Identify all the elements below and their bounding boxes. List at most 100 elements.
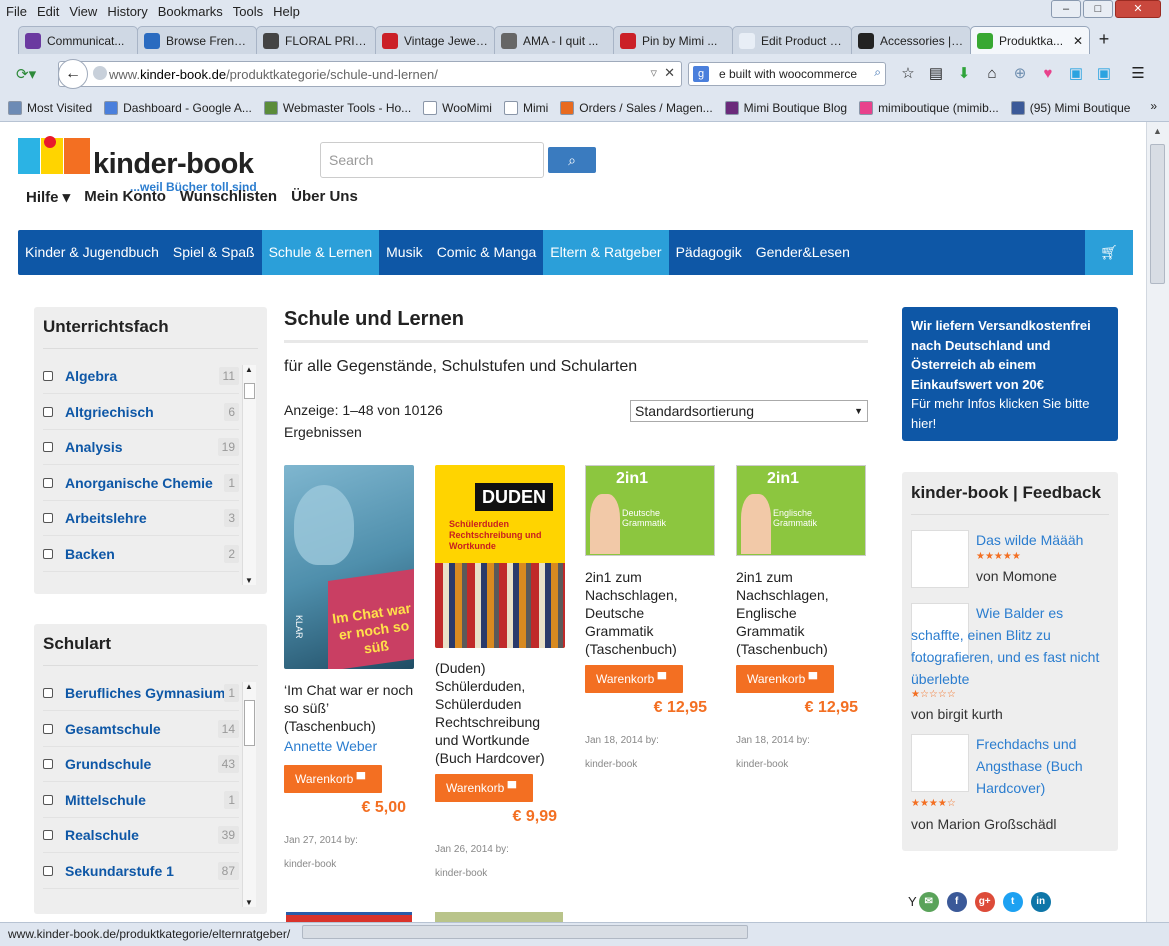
filter-checkbox[interactable] [43,477,53,488]
category-6[interactable]: Eltern & Ratgeber [543,230,669,275]
menu-hamburger-icon[interactable]: ☰ [1125,62,1151,86]
filter-row[interactable]: Anorganische Chemie 1 [43,466,239,501]
tab-8[interactable]: Accessories | ... [851,26,971,54]
tab-4[interactable]: Vintage Jewel... [375,26,495,54]
filter-label[interactable]: Grundschule [65,756,218,772]
email-share-icon[interactable]: ✉ [918,892,939,912]
browser-search-box[interactable]: g e built with woocommerce ⌕ [688,62,886,86]
reload-menu-icon[interactable]: ⟳▾ [16,65,46,85]
scroll-thumb[interactable] [244,700,255,746]
category-8[interactable]: Gender&Lesen [749,230,857,275]
filter-checkbox[interactable] [43,513,53,523]
product-image-peek[interactable] [286,912,412,922]
twitter-addon-icon[interactable]: ▣ [1091,62,1117,86]
filter-checkbox[interactable] [43,723,53,734]
menu-tools[interactable]: Tools [233,4,263,19]
filter-label[interactable]: Realschule [65,827,218,843]
category-2[interactable]: Spiel & Spaß [166,230,262,275]
filter-row[interactable]: Mittelschule 1 [43,783,239,818]
product-image[interactable]: Im Chat war er noch so süß KLAR [284,465,414,669]
bookmark-item[interactable]: WooMimi [423,101,492,115]
filter-row[interactable]: Sekundarstufe 1 87 [43,854,239,889]
feedback-title[interactable]: Das wilde Määäh [976,529,1111,551]
scroll-up-icon[interactable]: ▲ [245,365,253,374]
add-to-cart-button[interactable]: Warenkorb ▀ [736,665,834,693]
scroll-thumb[interactable] [244,383,255,399]
menu-history[interactable]: History [107,4,147,19]
filter-label[interactable]: Anorganische Chemie [65,475,224,491]
filter-row[interactable]: Backen 2 [43,537,239,572]
twitter-share-icon[interactable]: t [1002,892,1023,912]
feedback-title[interactable]: Frechdachs und Angsthase (Buch Hardcover… [976,733,1111,799]
tab-2[interactable]: Browse Frenc... [137,26,257,54]
feedback-title[interactable]: Wie Balder es schaffte, einen Blitz zu f… [911,602,1111,690]
nav-ueber-uns[interactable]: Über Uns [291,188,358,206]
product-image[interactable]: 2in1 Englische Grammatik [736,465,866,556]
menu-help[interactable]: Help [273,4,300,19]
new-tab-button[interactable]: + [1089,26,1119,54]
bookmark-item[interactable]: Dashboard - Google A... [104,101,252,115]
feedback-thumbnail[interactable] [911,530,969,588]
product-title[interactable]: ‘Im Chat war er noch so süß’ (Taschenbuc… [284,681,414,735]
tab-5[interactable]: AMA - I quit ... [494,26,614,54]
tab-7[interactable]: Edit Product ‹ Mi... [732,26,852,54]
close-window-button[interactable]: ✕ [1115,0,1161,18]
subject-scrollbar[interactable]: ▲ ▼ [242,365,256,585]
feedback-thumbnail[interactable] [911,734,969,792]
addon-blue-icon[interactable]: ▣ [1063,62,1089,86]
product-title[interactable]: (Duden) Schülerduden, Schülerduden Recht… [435,659,565,767]
dropdown-arrow-icon[interactable]: ▿ [650,65,657,81]
bookmark-item[interactable]: (95) Mimi Boutique [1010,101,1130,115]
add-to-cart-button[interactable]: Warenkorb ▀ [284,765,382,793]
filter-row[interactable]: Analysis 19 [43,430,239,465]
filter-row[interactable]: Arbeitslehre 3 [43,501,239,536]
linkedin-share-icon[interactable]: in [1030,892,1051,912]
filter-row[interactable]: Berufliches Gymnasium 1 [43,676,239,711]
bookmark-item[interactable]: mimiboutique (mimib... [859,101,999,115]
filter-label[interactable]: Sekundarstufe 1 [65,863,218,879]
filter-label[interactable]: Backen [65,546,224,562]
category-5[interactable]: Comic & Manga [430,230,544,275]
bookmark-item[interactable]: Webmaster Tools - Ho... [263,101,411,115]
page-vertical-scrollbar[interactable]: ▲ [1146,122,1169,922]
product-author[interactable]: Annette Weber [284,738,377,754]
school-scrollbar[interactable]: ▲ ▼ [242,682,256,907]
cart-button[interactable]: 🛒︎ [1085,230,1133,275]
site-search-input[interactable]: Search [320,142,544,178]
filter-row[interactable]: Grundschule 43 [43,747,239,782]
tab-1[interactable]: Communicat... [18,26,138,54]
filter-checkbox[interactable] [43,759,53,769]
addon-globe-icon[interactable]: ⊕ [1007,62,1033,86]
scroll-down-icon[interactable]: ▼ [245,576,253,585]
filter-checkbox[interactable] [43,794,53,805]
shipping-promo-box[interactable]: Wir liefern Versandkostenfrei nach Deuts… [902,307,1118,441]
home-icon[interactable]: ⌂ [979,62,1005,86]
filter-checkbox[interactable] [43,371,53,381]
scroll-up-icon[interactable]: ▲ [1153,126,1162,136]
reading-list-icon[interactable]: ▤ [923,62,949,86]
clear-url-icon[interactable]: ✕ [664,65,675,81]
menu-bookmarks[interactable]: Bookmarks [158,4,223,19]
filter-label[interactable]: Arbeitslehre [65,510,224,526]
product-title[interactable]: 2in1 zum Nachschlagen, Englische Grammat… [736,568,866,658]
bookmark-item[interactable]: Mimi [503,101,548,115]
close-tab-icon[interactable]: ✕ [1073,34,1083,48]
download-icon[interactable]: ⬇ [951,62,977,86]
tab-3[interactable]: FLORAL PRIN... [256,26,376,54]
filter-checkbox[interactable] [43,548,53,559]
add-to-cart-button[interactable]: Warenkorb ▀ [585,665,683,693]
google-plus-share-icon[interactable]: g+ [974,892,995,912]
bookmark-item[interactable]: Orders / Sales / Magen... [560,101,713,115]
tab-9[interactable]: Produktka... ✕ [970,26,1090,54]
nav-mein-konto[interactable]: Mein Konto [84,188,166,206]
scroll-thumb[interactable] [1150,144,1165,284]
filter-label[interactable]: Berufliches Gymnasium [65,685,224,701]
filter-checkbox[interactable] [43,865,53,876]
filter-label[interactable]: Algebra [65,368,219,384]
add-to-cart-button[interactable]: Warenkorb ▀ [435,774,533,802]
site-search-button[interactable]: ⌕ [548,147,596,173]
bookmark-item[interactable]: Most Visited [8,101,92,115]
minimize-button[interactable]: – [1051,0,1081,18]
filter-label[interactable]: Altgriechisch [65,404,224,420]
horizontal-scroll-thumb[interactable] [302,925,748,939]
